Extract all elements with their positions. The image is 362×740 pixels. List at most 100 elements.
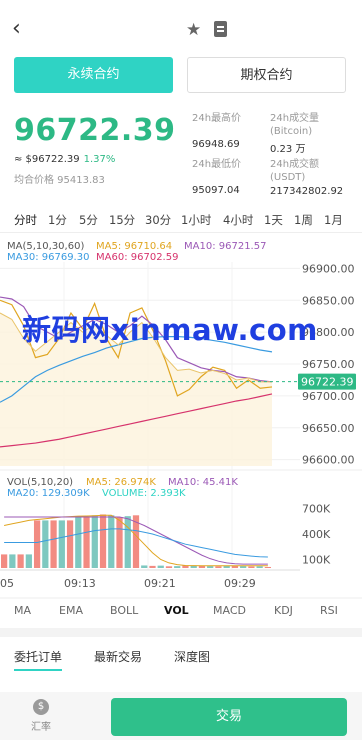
stat-low-value: 95097.04 [192,185,240,196]
vol-ma10-legend: MA10: 45.41K [168,477,238,488]
approx-usd: ≈ $96722.39 [14,154,80,165]
volume-bar [157,565,164,568]
volume-bar [190,565,197,568]
volume-bar [116,517,123,568]
volume-bar [83,517,90,568]
volume-bar [149,565,156,568]
tab-depth[interactable]: 深度图 [174,648,210,665]
volume-bar [25,554,32,568]
volume-bar [50,520,57,568]
volume-bar [256,566,263,568]
dollar-icon[interactable]: $ [33,699,49,715]
back-chevron-icon[interactable]: ‹ [12,18,30,40]
indicator-tab[interactable]: KDJ [274,604,293,617]
period-tab[interactable]: 15分 [109,212,135,228]
stat-amount: 24h成交额(USDT) 217342802.92 [270,158,350,197]
vol-axis-label: 400K [302,528,331,541]
indicator-tab[interactable]: RSI [320,604,338,617]
avg-price: 均合价格 95413.83 [14,175,105,186]
volume-bar [207,566,214,568]
document-icon[interactable] [214,21,227,37]
indicator-tab[interactable]: MA [14,604,31,617]
period-tab[interactable]: 5分 [79,212,98,228]
stat-volume-value: 0.23 万 [270,144,306,155]
volume-bar [215,566,222,568]
current-price-tag-label: 96722.39 [301,376,354,389]
tab-orders[interactable]: 委托订单 [14,648,63,671]
period-tab[interactable]: 30分 [145,212,171,228]
section-gap [0,628,362,637]
price-approx: ≈ $96722.39 1.37% [14,154,115,165]
volume-bar [174,566,181,568]
volume-bar [108,515,115,568]
period-tab[interactable]: 4小时 [223,212,253,228]
volume-bar [58,520,65,568]
rate-label[interactable]: 汇率 [31,718,51,733]
watermark-text: 新码网xinmaw.com [22,313,318,347]
kline-chart[interactable]: 96900.0096850.0096800.0096750.0096700.00… [0,233,362,603]
volume-bar [99,514,107,568]
stat-high-label: 24h最高价 [192,113,242,124]
time-axis-label: 09:13 [64,577,96,590]
volume-bar [75,517,82,568]
last-price: 96722.39 [14,113,176,148]
stat-volume-label: 24h成交量(Bitcoin) [270,113,320,137]
volume-bar [124,516,131,568]
price-axis-label: 96650.00 [302,422,355,435]
period-tab[interactable]: 1月 [324,212,343,228]
price-axis-label: 96600.00 [302,454,355,467]
stat-high: 24h最高价 96948.69 [192,112,241,150]
stat-volume: 24h成交量(Bitcoin) 0.23 万 [270,112,350,155]
period-tabs: 分时 1分 5分 15分 30分 1小时 4小时 1天 1周 1月 [0,212,362,230]
vol-ma20-legend: MA20: 129.309K [7,488,90,499]
time-axis-label: 09:29 [224,577,256,590]
price-axis-label: 96850.00 [302,294,355,307]
volume-bar [141,565,148,568]
star-icon[interactable]: ★ [186,20,201,40]
price-axis-label: 96700.00 [302,390,355,403]
period-tab[interactable]: 1天 [264,212,283,228]
volume-bar [17,554,24,568]
stat-low-label: 24h最低价 [192,159,242,170]
vol-legend-title: VOL(5,10,20) [7,477,74,488]
vol-axis-label: 700K [302,503,331,516]
period-tab[interactable]: 1周 [294,212,313,228]
volume-bar [9,554,16,568]
tab-latest-trades[interactable]: 最新交易 [94,648,142,665]
volume-bar [248,566,255,568]
volume-bar [165,566,173,568]
vol-ma5-legend: MA5: 26.974K [86,477,156,488]
tab-options[interactable]: 期权合约 [187,57,346,93]
time-axis-label: 09:21 [144,577,176,590]
contract-tabs: 永续合约 期权合约 [14,57,348,93]
stat-amount-value: 217342802.92 [270,186,344,197]
volume-bar [91,515,98,568]
indicator-tabs: MA EMA BOLL VOL MACD KDJ RSI [0,604,362,626]
indicator-tab[interactable]: BOLL [110,604,138,617]
indicator-tab[interactable]: VOL [164,604,189,617]
period-tab[interactable]: 1小时 [181,212,211,228]
period-tab[interactable]: 1分 [48,212,67,228]
order-tabs: 委托订单 最新交易 深度图 [0,648,362,671]
price-axis-label: 96750.00 [302,358,355,371]
volume-bar [240,566,247,568]
indicator-tab[interactable]: EMA [59,604,83,617]
price-axis-label: 96900.00 [302,262,355,275]
time-axis-label: 05 [0,577,14,590]
volume-bar [264,566,271,568]
volume-bar [33,520,41,568]
trade-button[interactable]: 交易 [111,698,347,736]
volume-bar [66,520,74,568]
tab-perpetual[interactable]: 永续合约 [14,57,173,93]
volume-bar [1,554,8,568]
indicator-tab[interactable]: MACD [213,604,246,617]
period-tab[interactable]: 分时 [14,212,37,228]
stat-low: 24h最低价 95097.04 [192,158,241,196]
volume-legend: VOLUME: 2.393K [102,488,186,499]
vol-axis-label: 100K [302,554,331,567]
volume-bar [42,520,49,568]
top-bar: ‹ ★ [0,0,362,54]
change-percent: 1.37% [83,154,116,165]
stat-high-value: 96948.69 [192,139,240,150]
stat-amount-label: 24h成交额(USDT) [270,159,320,183]
